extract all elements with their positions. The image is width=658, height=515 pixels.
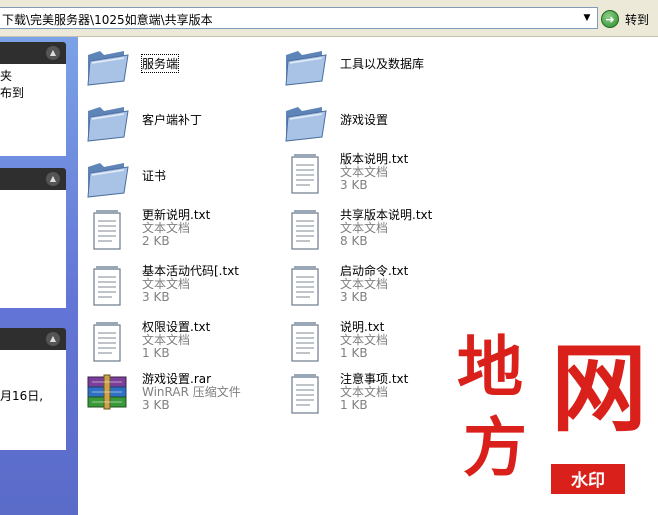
task-pane: ▲ 夹 布到 ▲ ▲ 月16日, bbox=[0, 37, 78, 515]
folder-icon bbox=[87, 51, 129, 86]
folder-name: 证书 bbox=[142, 169, 167, 183]
folder-item[interactable]: 客户端补丁 bbox=[84, 97, 274, 149]
folder-icon bbox=[87, 163, 129, 198]
file-size: 1 KB bbox=[340, 346, 368, 360]
file-size: 3 KB bbox=[142, 290, 170, 304]
file-item[interactable]: 启动命令.txt 文本文档 3 KB bbox=[282, 263, 472, 315]
text-document-icon bbox=[291, 322, 319, 362]
collapse-icon[interactable]: ▲ bbox=[46, 46, 60, 60]
task-panel-header[interactable]: ▲ bbox=[0, 328, 66, 350]
folder-icon bbox=[87, 107, 129, 142]
explorer-window: 下载\完美服务器\1025如意端\共享版本 ▼ ➜ 转到 ▲ 夹 布到 ▲ ▲ … bbox=[0, 0, 658, 515]
task-panel-2: ▲ bbox=[0, 168, 66, 308]
file-size: 2 KB bbox=[142, 234, 170, 248]
folder-name: 客户端补丁 bbox=[142, 113, 203, 127]
file-item[interactable]: 说明.txt 文本文档 1 KB bbox=[282, 319, 472, 371]
address-path: 下载\完美服务器\1025如意端\共享版本 bbox=[2, 13, 213, 27]
text-document-icon bbox=[93, 210, 121, 250]
task-link[interactable]: 布到 bbox=[0, 85, 66, 102]
text-document-icon bbox=[291, 154, 319, 194]
file-details: 游戏设置.rar WinRAR 压缩文件 3 KB bbox=[142, 373, 241, 412]
file-size: 3 KB bbox=[340, 178, 368, 192]
folder-name: 游戏设置 bbox=[340, 113, 389, 127]
file-item[interactable]: 游戏设置.rar WinRAR 压缩文件 3 KB bbox=[84, 371, 274, 423]
address-bar: 下载\完美服务器\1025如意端\共享版本 ▼ ➜ 转到 bbox=[0, 0, 658, 37]
folder-name: 服务端 bbox=[140, 54, 180, 73]
folder-name: 工具以及数据库 bbox=[340, 57, 425, 71]
collapse-icon[interactable]: ▲ bbox=[46, 172, 60, 186]
go-arrow-icon: ➜ bbox=[601, 10, 619, 28]
task-panel-header[interactable]: ▲ bbox=[0, 42, 66, 64]
text-document-icon bbox=[291, 266, 319, 306]
file-size: 8 KB bbox=[340, 234, 368, 248]
folder-item[interactable]: 服务端 bbox=[84, 41, 274, 93]
folder-item[interactable]: 证书 bbox=[84, 153, 274, 205]
task-panel-header[interactable]: ▲ bbox=[0, 168, 66, 190]
file-details: 权限设置.txt 文本文档 1 KB bbox=[142, 321, 210, 360]
file-item[interactable]: 权限设置.txt 文本文档 1 KB bbox=[84, 319, 274, 371]
file-details: 共享版本说明.txt 文本文档 8 KB bbox=[340, 209, 432, 248]
file-list: 服务端 工具以及数据库 客户端补丁 游戏设置 证书 版本说明.txt 文本文档 … bbox=[78, 37, 658, 515]
winrar-archive-icon bbox=[87, 374, 127, 410]
file-details: 基本活动代码[.txt 文本文档 3 KB bbox=[142, 265, 239, 304]
task-link[interactable]: 夹 bbox=[0, 68, 66, 85]
file-size: 3 KB bbox=[142, 398, 170, 412]
chevron-down-icon[interactable]: ▼ bbox=[579, 10, 595, 26]
go-button[interactable]: ➜ 转到 bbox=[601, 9, 649, 29]
file-item[interactable]: 更新说明.txt 文本文档 2 KB bbox=[84, 207, 274, 259]
file-item[interactable]: 注意事项.txt 文本文档 1 KB bbox=[282, 371, 472, 423]
text-document-icon bbox=[291, 374, 319, 414]
task-panel-3: ▲ 月16日, bbox=[0, 328, 66, 450]
text-document-icon bbox=[291, 210, 319, 250]
folder-icon bbox=[285, 107, 327, 142]
file-item[interactable]: 版本说明.txt 文本文档 3 KB bbox=[282, 151, 472, 203]
file-size: 1 KB bbox=[340, 398, 368, 412]
folder-item[interactable]: 游戏设置 bbox=[282, 97, 472, 149]
collapse-icon[interactable]: ▲ bbox=[46, 332, 60, 346]
address-input[interactable]: 下载\完美服务器\1025如意端\共享版本 ▼ bbox=[0, 7, 598, 29]
folder-item[interactable]: 工具以及数据库 bbox=[282, 41, 472, 93]
go-label: 转到 bbox=[625, 12, 650, 27]
file-item[interactable]: 共享版本说明.txt 文本文档 8 KB bbox=[282, 207, 472, 259]
task-panel-body bbox=[0, 190, 66, 308]
file-size: 3 KB bbox=[340, 290, 368, 304]
file-details: 启动命令.txt 文本文档 3 KB bbox=[340, 265, 408, 304]
task-panel-body: 月16日, bbox=[0, 350, 66, 450]
folder-icon bbox=[285, 51, 327, 86]
task-panel-1: ▲ 夹 布到 bbox=[0, 42, 66, 156]
file-size: 1 KB bbox=[142, 346, 170, 360]
text-document-icon bbox=[93, 322, 121, 362]
file-details: 注意事项.txt 文本文档 1 KB bbox=[340, 373, 408, 412]
file-details: 说明.txt 文本文档 1 KB bbox=[340, 321, 388, 360]
file-details: 更新说明.txt 文本文档 2 KB bbox=[142, 209, 210, 248]
file-item[interactable]: 基本活动代码[.txt 文本文档 3 KB bbox=[84, 263, 274, 315]
file-details: 版本说明.txt 文本文档 3 KB bbox=[340, 153, 408, 192]
details-text: 月16日, bbox=[0, 389, 44, 403]
task-panel-body: 夹 布到 bbox=[0, 64, 66, 156]
text-document-icon bbox=[93, 266, 121, 306]
